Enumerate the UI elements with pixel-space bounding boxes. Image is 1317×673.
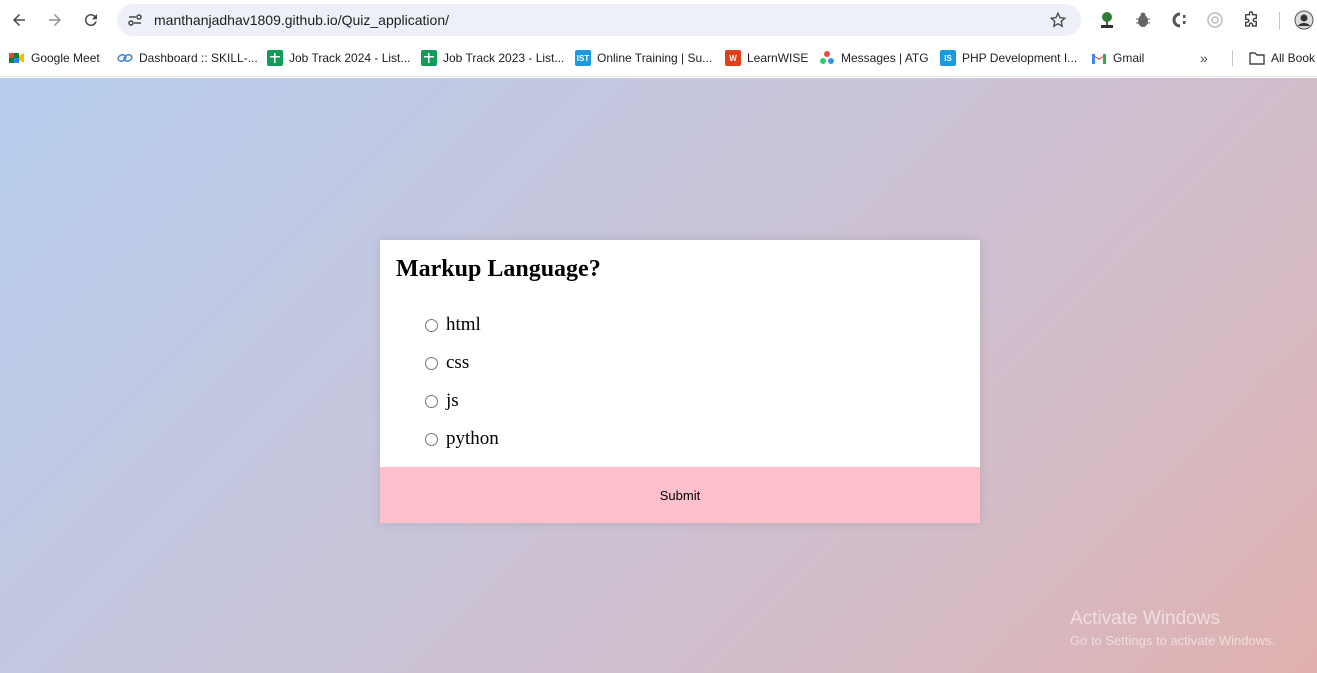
- bookmark-learnwise[interactable]: W LearnWISE: [725, 49, 808, 67]
- radio-button[interactable]: [425, 319, 438, 332]
- answer-option[interactable]: python: [425, 428, 499, 466]
- bookmark-gmail[interactable]: Gmail: [1091, 49, 1144, 67]
- answer-label[interactable]: python: [446, 428, 499, 450]
- is-logo-icon: IS: [940, 50, 956, 66]
- quiz-card: Markup Language? html css js python Subm…: [380, 240, 980, 523]
- extension-circle-icon[interactable]: [1205, 10, 1225, 30]
- reload-icon[interactable]: [79, 8, 103, 32]
- bookmarks-divider: [1232, 50, 1233, 66]
- bookmark-star-icon[interactable]: [1049, 11, 1067, 29]
- url-text[interactable]: manthanjadhav1809.github.io/Quiz_applica…: [154, 12, 449, 28]
- ist-logo-icon: IST: [575, 50, 591, 66]
- learnwise-logo-icon: W: [725, 50, 741, 66]
- extension-bug-icon[interactable]: [1133, 10, 1153, 30]
- watermark-subtitle: Go to Settings to activate Windows.: [1070, 633, 1276, 648]
- submit-button[interactable]: Submit: [380, 467, 980, 523]
- bookmark-online-training[interactable]: IST Online Training | Su...: [575, 49, 712, 67]
- answer-options: html css js python: [425, 314, 499, 466]
- quiz-question: Markup Language?: [396, 256, 601, 282]
- back-arrow-icon[interactable]: [7, 8, 31, 32]
- answer-option[interactable]: html: [425, 314, 499, 352]
- gmail-icon: [1091, 50, 1107, 66]
- link-chain-icon: [117, 50, 133, 66]
- google-sheets-icon: [267, 50, 283, 66]
- extensions-puzzle-icon[interactable]: [1241, 10, 1261, 30]
- bookmark-job-track-2024[interactable]: Job Track 2024 - List...: [267, 49, 410, 67]
- bookmark-job-track-2023[interactable]: Job Track 2023 - List...: [421, 49, 564, 67]
- answer-option[interactable]: css: [425, 352, 499, 390]
- extension-css-icon[interactable]: [1169, 10, 1189, 30]
- folder-icon: [1249, 50, 1265, 66]
- watermark-title: Activate Windows: [1070, 608, 1220, 629]
- bookmark-messages-atg[interactable]: Messages | ATG: [819, 49, 929, 67]
- radio-button[interactable]: [425, 433, 438, 446]
- page-background: Markup Language? html css js python Subm…: [0, 78, 1317, 673]
- site-info-icon[interactable]: [124, 9, 146, 31]
- more-bookmarks-chevron-icon[interactable]: »: [1200, 50, 1208, 66]
- bookmark-dashboard[interactable]: Dashboard :: SKILL-...: [117, 49, 258, 67]
- extension-tree-icon[interactable]: [1097, 10, 1117, 30]
- profile-avatar-icon[interactable]: [1294, 10, 1314, 30]
- answer-option[interactable]: js: [425, 390, 499, 428]
- answer-label[interactable]: css: [446, 352, 469, 374]
- bookmark-google-meet[interactable]: Google Meet: [9, 49, 100, 67]
- toolbar-divider: [1279, 12, 1280, 30]
- answer-label[interactable]: html: [446, 314, 481, 336]
- atg-logo-icon: [819, 50, 835, 66]
- bookmark-php-development[interactable]: IS PHP Development I...: [940, 49, 1077, 67]
- activate-windows-watermark: Activate Windows Go to Settings to activ…: [1070, 608, 1275, 648]
- radio-button[interactable]: [425, 395, 438, 408]
- answer-label[interactable]: js: [446, 390, 459, 412]
- google-meet-icon: [9, 50, 25, 66]
- browser-toolbar: manthanjadhav1809.github.io/Quiz_applica…: [0, 0, 1317, 40]
- bookmarks-bar: Google Meet Dashboard :: SKILL-... Job T…: [0, 40, 1317, 77]
- address-bar[interactable]: manthanjadhav1809.github.io/Quiz_applica…: [117, 4, 1081, 36]
- forward-arrow-icon[interactable]: [43, 8, 67, 32]
- all-bookmarks-folder[interactable]: All Book: [1249, 49, 1315, 67]
- radio-button[interactable]: [425, 357, 438, 370]
- google-sheets-icon: [421, 50, 437, 66]
